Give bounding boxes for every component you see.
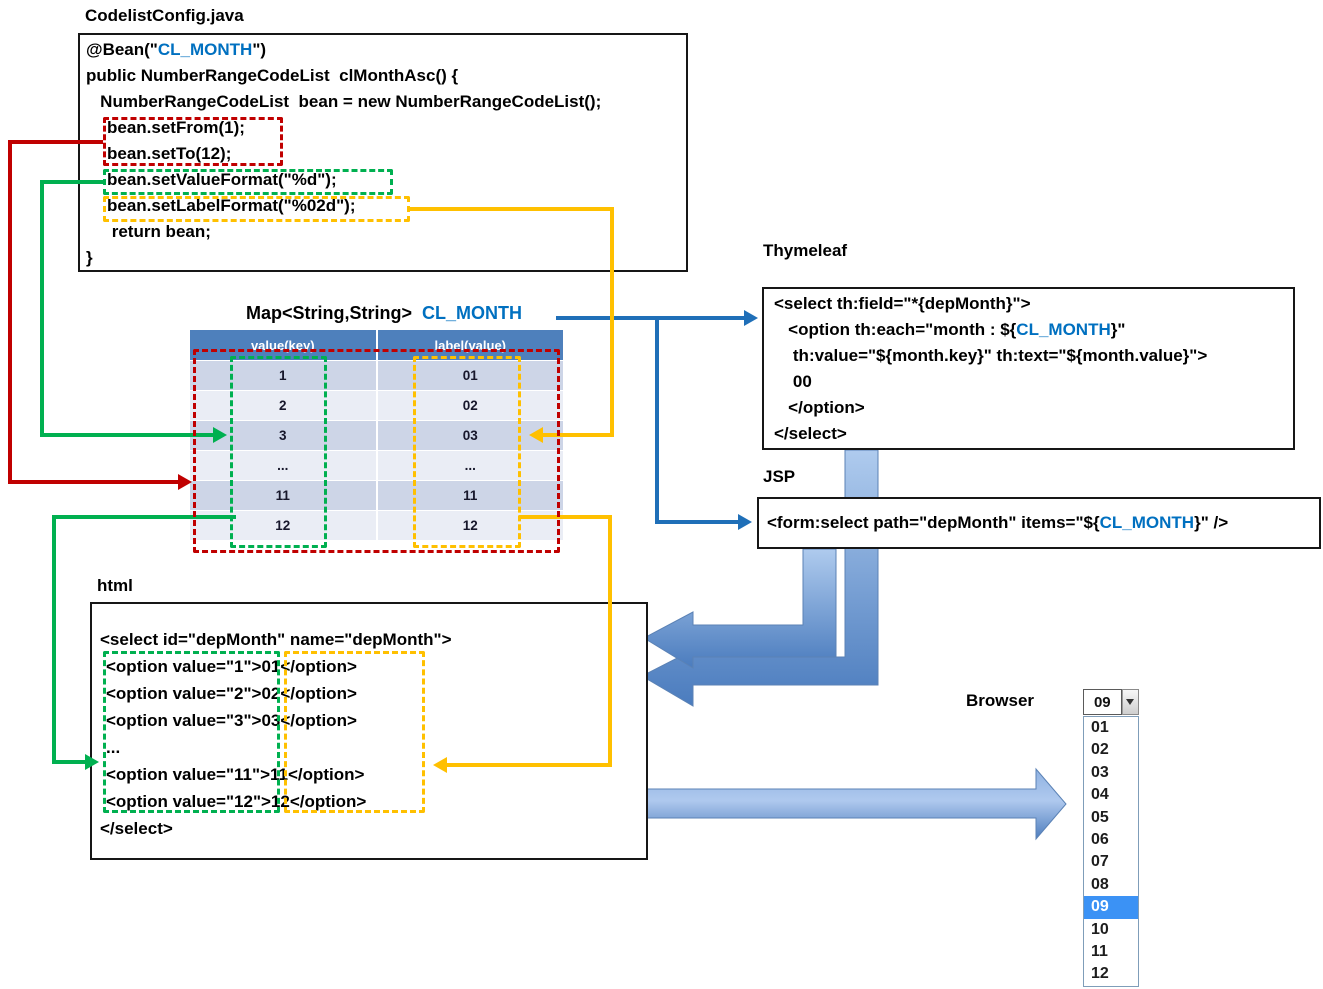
jsp-title: JSP: [763, 467, 795, 487]
code-line: return bean;: [78, 219, 682, 245]
code-line: th:value="${month.key}" th:text="${month…: [770, 343, 1290, 369]
dashed-box-html-values: [103, 651, 280, 813]
html-to-browser-arrow: [647, 769, 1066, 839]
code-line: <select id="depMonth" name="depMonth">: [90, 626, 640, 653]
month-select[interactable]: 09: [1083, 689, 1139, 715]
dropdown-button[interactable]: [1122, 689, 1139, 715]
java-file-title: CodelistConfig.java: [85, 6, 244, 26]
list-item[interactable]: 08: [1084, 874, 1138, 896]
list-item[interactable]: 02: [1084, 739, 1138, 761]
html-title: html: [97, 576, 133, 596]
arrowhead: [738, 514, 752, 530]
jsp-to-html-arrow: [644, 549, 836, 668]
list-item[interactable]: 05: [1084, 807, 1138, 829]
dashed-box-range-java: [103, 117, 283, 166]
month-select-value[interactable]: 09: [1083, 689, 1122, 715]
chevron-down-icon: [1126, 699, 1134, 705]
list-item[interactable]: 04: [1084, 784, 1138, 806]
code-line: <select th:field="*{depMonth}">: [770, 291, 1290, 317]
dashed-box-key-column: [230, 356, 327, 548]
list-item[interactable]: 10: [1084, 919, 1138, 941]
list-item[interactable]: 07: [1084, 851, 1138, 873]
arrowhead: [744, 310, 758, 326]
map-title-cl-month: CL_MONTH: [422, 303, 522, 323]
code-line: <option th:each="month : ${CL_MONTH}": [770, 317, 1290, 343]
diagram-canvas: CodelistConfig.java @Bean("CL_MONTH") pu…: [0, 0, 1323, 989]
jsp-code-lines: <form:select path="depMonth" items="${CL…: [767, 497, 1228, 549]
list-item[interactable]: 01: [1084, 717, 1138, 739]
code-line: </option>: [770, 395, 1290, 421]
dashed-box-html-labels: [284, 651, 425, 813]
code-line: </select>: [770, 421, 1290, 447]
list-item[interactable]: 06: [1084, 829, 1138, 851]
dashed-box-label-format-java: [103, 196, 410, 222]
code-line: public NumberRangeCodeList clMonthAsc() …: [78, 63, 682, 89]
month-select-list[interactable]: 01 02 03 04 05 06 07 08 09 10 11 12: [1083, 716, 1139, 987]
code-line: 00: [770, 369, 1290, 395]
code-line: @Bean("CL_MONTH"): [78, 37, 682, 63]
thymeleaf-title: Thymeleaf: [763, 241, 847, 261]
list-item[interactable]: 11: [1084, 941, 1138, 963]
list-item[interactable]: 03: [1084, 762, 1138, 784]
code-line: </select>: [90, 815, 640, 842]
map-title: Map<String,String> CL_MONTH: [246, 303, 522, 324]
thymeleaf-code-lines: <select th:field="*{depMonth}"> <option …: [770, 291, 1290, 447]
code-line: }: [78, 245, 682, 271]
list-item[interactable]: 12: [1084, 963, 1138, 985]
list-item-selected[interactable]: 09: [1084, 896, 1138, 918]
blue-connector-jsp: [657, 318, 738, 522]
thymeleaf-to-html-arrow: [642, 450, 878, 706]
code-line: NumberRangeCodeList bean = new NumberRan…: [78, 89, 682, 115]
dashed-box-value-format-java: [103, 169, 393, 195]
dashed-box-label-column: [413, 356, 521, 548]
code-line: <form:select path="depMonth" items="${CL…: [767, 497, 1228, 549]
browser-label: Browser: [966, 691, 1034, 711]
